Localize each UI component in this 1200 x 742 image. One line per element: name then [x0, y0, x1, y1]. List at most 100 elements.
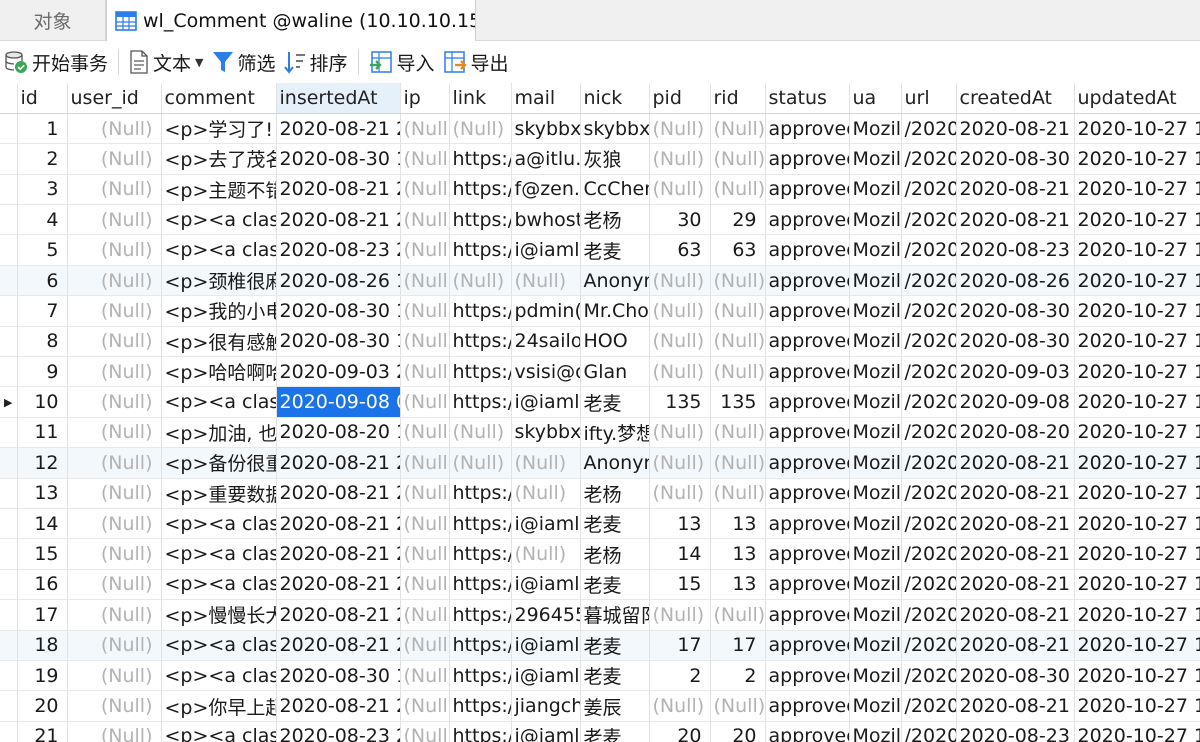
table-row[interactable]: 16(Null)<p><a class2020-08-21 2(Null)htt…	[0, 569, 1200, 601]
table-cell-status[interactable]: approvec	[765, 143, 850, 175]
table-cell-url[interactable]: /2020	[901, 538, 957, 570]
table-cell-rid[interactable]: (Null)	[710, 295, 766, 327]
table-cell-id[interactable]: 9	[17, 356, 68, 388]
table-cell-status[interactable]: approvec	[765, 174, 850, 206]
table-cell-user-id[interactable]: (Null)	[67, 538, 162, 570]
table-cell-url[interactable]: /2020	[901, 447, 957, 479]
table-cell-nick[interactable]: 老杨	[580, 478, 650, 509]
table-cell-rid[interactable]: (Null)	[710, 478, 766, 509]
table-cell-insertedat[interactable]: 2020-08-21 2	[276, 538, 401, 570]
table-cell-nick[interactable]: Anonyr	[580, 447, 650, 479]
table-cell-nick[interactable]: 灰狼	[580, 143, 650, 175]
table-cell-updatedat[interactable]: 2020-10-27 1	[1074, 690, 1200, 722]
table-cell-comment[interactable]: <p>加油, 也	[161, 417, 277, 449]
table-cell-createdat[interactable]: 2020-09-03 :	[956, 356, 1075, 388]
table-cell-mail[interactable]: pdmin(	[511, 295, 581, 327]
table-cell-mail[interactable]: (Null)	[511, 265, 581, 297]
table-cell-user-id[interactable]: (Null)	[67, 569, 162, 601]
table-cell-insertedat[interactable]: 2020-08-21 2	[276, 478, 401, 509]
row-indicator[interactable]	[0, 417, 18, 449]
row-indicator[interactable]	[0, 538, 18, 570]
row-indicator[interactable]	[0, 113, 18, 145]
table-cell-nick[interactable]: 暮城留阝	[580, 599, 650, 631]
table-cell-ua[interactable]: Mozil	[849, 478, 902, 509]
table-cell-url[interactable]: /2020	[901, 326, 957, 358]
table-cell-nick[interactable]: 老杨	[580, 204, 650, 236]
table-cell-user-id[interactable]: (Null)	[67, 113, 162, 145]
table-cell-ua[interactable]: Mozil	[849, 508, 902, 540]
column-header-url[interactable]: url	[901, 83, 957, 114]
table-cell-nick[interactable]: CcChen	[580, 174, 650, 206]
current-row-arrow-icon[interactable]: ▶	[0, 386, 18, 418]
table-cell-link[interactable]: (Null)	[449, 265, 512, 297]
table-cell-nick[interactable]: 姜辰	[580, 690, 650, 722]
table-cell-id[interactable]: 16	[17, 569, 68, 601]
tab-objects[interactable]: 对象	[0, 0, 106, 40]
table-cell-comment[interactable]: <p><a class	[161, 721, 277, 742]
table-cell-comment[interactable]: <p>你早上起	[161, 690, 277, 722]
table-cell-ip[interactable]: (Null)	[400, 721, 450, 742]
table-cell-comment[interactable]: <p><a class	[161, 508, 277, 540]
column-header-id[interactable]: id	[17, 83, 68, 114]
table-cell-ip[interactable]: (Null)	[400, 174, 450, 206]
table-cell-ua[interactable]: Mozil	[849, 386, 902, 418]
table-row[interactable]: 13(Null)<p>重要数据2020-08-21 2(Null)https:/…	[0, 478, 1200, 509]
table-cell-createdat[interactable]: 2020-08-21 :	[956, 113, 1075, 145]
table-cell-url[interactable]: /2020	[901, 690, 957, 722]
table-cell-insertedat[interactable]: 2020-08-21 2	[276, 569, 401, 601]
table-cell-link[interactable]: https:/,	[449, 143, 512, 175]
row-indicator[interactable]	[0, 326, 18, 358]
table-cell-pid[interactable]: (Null)	[649, 599, 711, 631]
table-cell-insertedat[interactable]: 2020-09-03 2	[276, 356, 401, 388]
table-cell-updatedat[interactable]: 2020-10-27 1	[1074, 447, 1200, 479]
table-cell-createdat[interactable]: 2020-08-23 :	[956, 234, 1075, 266]
table-cell-rid[interactable]: (Null)	[710, 356, 766, 388]
table-cell-link[interactable]: https:/,	[449, 538, 512, 570]
table-cell-comment[interactable]: <p><a class	[161, 386, 277, 418]
table-cell-ua[interactable]: Mozil	[849, 265, 902, 297]
table-cell-comment[interactable]: <p>学习了!	[161, 113, 277, 145]
table-cell-comment[interactable]: <p><a class	[161, 630, 277, 661]
table-cell-createdat[interactable]: 2020-09-08 (	[956, 386, 1075, 418]
table-cell-mail[interactable]: i@iamlı	[511, 386, 581, 418]
table-cell-status[interactable]: approvec	[765, 447, 850, 479]
table-cell-comment[interactable]: <p><a class	[161, 538, 277, 570]
table-cell-mail[interactable]: bwhost	[511, 204, 581, 236]
table-cell-rid[interactable]: 20	[710, 721, 766, 742]
table-cell-createdat[interactable]: 2020-08-21 :	[956, 478, 1075, 509]
table-cell-mail[interactable]: i@iamlı	[511, 630, 581, 661]
table-cell-rid[interactable]: 13	[710, 508, 766, 540]
table-cell-id[interactable]: 3	[17, 174, 68, 206]
table-cell-url[interactable]: /2020	[901, 143, 957, 175]
table-cell-ip[interactable]: (Null)	[400, 326, 450, 358]
table-cell-createdat[interactable]: 2020-08-23 :	[956, 721, 1075, 742]
table-row[interactable]: 15(Null)<p><a class2020-08-21 2(Null)htt…	[0, 538, 1200, 570]
table-cell-mail[interactable]: jiangch	[511, 690, 581, 722]
table-cell-id[interactable]: 1	[17, 113, 68, 145]
text-view-button[interactable]: 文本 ▼	[125, 45, 207, 79]
table-cell-ua[interactable]: Mozil	[849, 417, 902, 449]
table-cell-createdat[interactable]: 2020-08-21 :	[956, 204, 1075, 236]
table-cell-status[interactable]: approvec	[765, 326, 850, 358]
column-header-ip[interactable]: ip	[400, 83, 450, 114]
table-cell-updatedat[interactable]: 2020-10-27 1	[1074, 599, 1200, 631]
column-header-comment[interactable]: comment	[161, 83, 277, 114]
table-cell-insertedat[interactable]: 2020-08-26 1	[276, 265, 401, 297]
table-cell-insertedat[interactable]: 2020-08-23 2	[276, 721, 401, 742]
table-cell-mail[interactable]: i@iamlı	[511, 721, 581, 742]
table-cell-id[interactable]: 8	[17, 326, 68, 358]
table-cell-nick[interactable]: 老麦	[580, 508, 650, 540]
table-cell-comment[interactable]: <p>我的小电	[161, 295, 277, 327]
table-cell-ua[interactable]: Mozil	[849, 174, 902, 206]
table-cell-ip[interactable]: (Null)	[400, 143, 450, 175]
table-cell-createdat[interactable]: 2020-08-21 :	[956, 508, 1075, 540]
table-cell-mail[interactable]: i@iamlı	[511, 569, 581, 601]
table-cell-ip[interactable]: (Null)	[400, 569, 450, 601]
table-cell-comment[interactable]: <p>重要数据	[161, 478, 277, 509]
table-row[interactable]: 5(Null)<p><a class2020-08-23 2(Null)http…	[0, 234, 1200, 266]
table-cell-comment[interactable]: <p>去了茂名	[161, 143, 277, 175]
table-cell-link[interactable]: https:/,	[449, 356, 512, 388]
table-cell-pid[interactable]: (Null)	[649, 265, 711, 297]
table-cell-ua[interactable]: Mozil	[849, 143, 902, 175]
table-cell-comment[interactable]: <p><a class	[161, 660, 277, 692]
